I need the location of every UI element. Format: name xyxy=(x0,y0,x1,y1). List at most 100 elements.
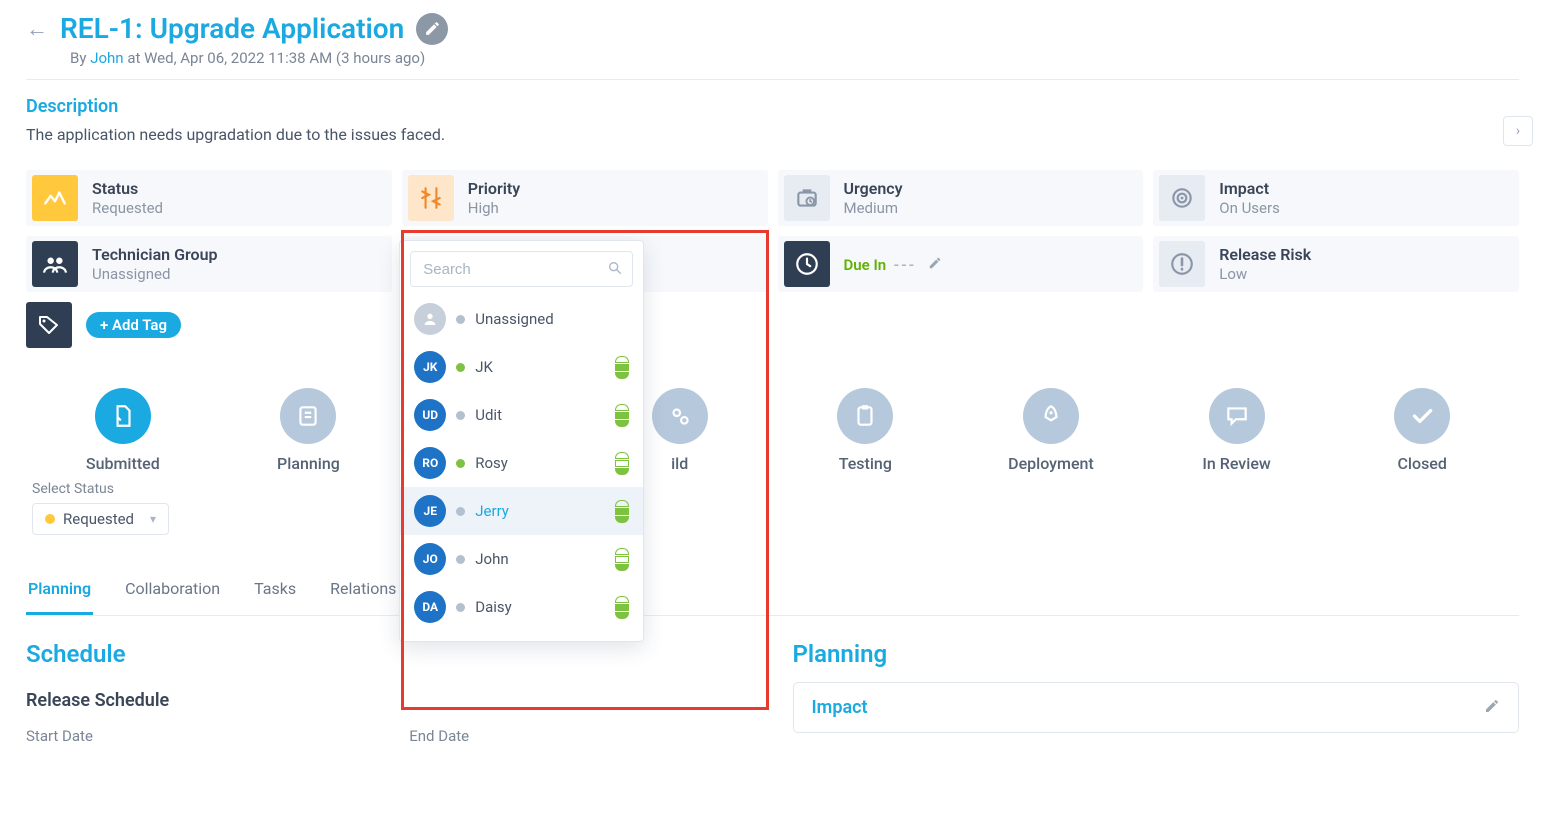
presence-dot-icon xyxy=(456,555,465,564)
byline: By John at Wed, Apr 06, 2022 11:38 AM (3… xyxy=(70,49,1519,67)
urgency-icon xyxy=(784,175,830,221)
presence-dot-icon xyxy=(456,507,465,516)
assignee-dropdown: Unassigned JK JK UD Udit RO Rosy JE Jerry JO John D… xyxy=(399,240,644,642)
assignee-name: Udit xyxy=(475,406,605,424)
assignee-name: Daisy xyxy=(475,598,605,616)
capacity-icon xyxy=(615,451,629,475)
assignee-option[interactable]: JO John xyxy=(400,535,643,583)
assignee-search-input[interactable] xyxy=(410,251,633,287)
stage-icon xyxy=(280,388,336,444)
stage-item[interactable]: Closed xyxy=(1329,388,1515,473)
stage-item[interactable]: Submitted xyxy=(30,388,216,473)
edit-title-button[interactable] xyxy=(416,13,448,45)
presence-dot-icon xyxy=(456,315,465,324)
assignee-name: John xyxy=(475,550,605,568)
end-date-label: End Date xyxy=(409,727,752,745)
tab-planning[interactable]: Planning xyxy=(26,579,93,615)
property-grid: Status Requested Priority High Urgency M… xyxy=(26,170,1519,292)
user-avatar: DA xyxy=(414,591,446,623)
description-text: The application needs upgradation due to… xyxy=(26,125,1519,144)
stage-icon xyxy=(1394,388,1450,444)
capacity-icon xyxy=(615,403,629,427)
user-avatar: JK xyxy=(414,351,446,383)
add-tag-button[interactable]: + Add Tag xyxy=(86,312,181,338)
release-schedule-heading: Release Schedule xyxy=(26,690,753,711)
group-icon xyxy=(32,241,78,287)
stage-label: ild xyxy=(671,454,688,473)
stage-label: In Review xyxy=(1202,454,1270,473)
assignee-option[interactable]: UD Udit xyxy=(400,391,643,439)
author-link[interactable]: John xyxy=(90,49,123,67)
assignee-name: Jerry xyxy=(475,502,605,520)
due-in-card[interactable]: Due In --- xyxy=(778,236,1144,292)
impact-card[interactable]: Impact On Users xyxy=(1153,170,1519,226)
technician-group-card[interactable]: Technician Group Unassigned xyxy=(26,236,392,292)
risk-icon xyxy=(1159,241,1205,287)
status-icon xyxy=(32,175,78,221)
search-icon xyxy=(607,260,623,280)
assignee-name: Unassigned xyxy=(475,310,629,328)
priority-card[interactable]: Priority High xyxy=(402,170,768,226)
stage-label: Testing xyxy=(839,454,892,473)
presence-dot-icon xyxy=(456,411,465,420)
presence-dot-icon xyxy=(456,363,465,372)
release-risk-card[interactable]: Release Risk Low xyxy=(1153,236,1519,292)
impact-card[interactable]: Impact xyxy=(793,682,1520,733)
stage-item[interactable]: Testing xyxy=(773,388,959,473)
stage-label: Submitted xyxy=(86,454,160,473)
priority-icon xyxy=(408,175,454,221)
assignee-name: JK xyxy=(475,358,605,376)
presence-dot-icon xyxy=(456,603,465,612)
capacity-icon xyxy=(615,595,629,619)
stage-icon xyxy=(1209,388,1265,444)
assignee-option[interactable]: Unassigned xyxy=(400,295,643,343)
expand-right-button[interactable]: › xyxy=(1503,116,1533,146)
tab-tasks[interactable]: Tasks xyxy=(252,579,298,615)
impact-icon xyxy=(1159,175,1205,221)
stage-icon xyxy=(837,388,893,444)
capacity-icon xyxy=(615,355,629,379)
stage-item[interactable]: Planning xyxy=(216,388,402,473)
tag-icon xyxy=(26,302,72,348)
stage-icon xyxy=(95,388,151,444)
stage-item[interactable]: In Review xyxy=(1144,388,1330,473)
stage-row: Submitted Planning ild Testing Deployment In … xyxy=(26,388,1519,473)
status-dot-icon xyxy=(45,514,55,524)
chevron-down-icon: ▾ xyxy=(150,512,156,526)
back-arrow-icon[interactable]: ← xyxy=(26,16,48,42)
planning-heading: Planning xyxy=(793,640,1520,668)
status-card[interactable]: Status Requested xyxy=(26,170,392,226)
clock-icon xyxy=(784,241,830,287)
capacity-icon xyxy=(615,499,629,523)
tab-collaboration[interactable]: Collaboration xyxy=(123,579,222,615)
edit-impact-icon[interactable] xyxy=(1484,698,1500,718)
stage-label: Planning xyxy=(277,454,340,473)
assignee-name: Rosy xyxy=(475,454,605,472)
urgency-card[interactable]: Urgency Medium xyxy=(778,170,1144,226)
tabs: PlanningCollaborationTasksRelationsNotif… xyxy=(26,579,1519,616)
schedule-heading: Schedule xyxy=(26,640,753,668)
due-in-edit-icon[interactable] xyxy=(928,256,942,274)
capacity-icon xyxy=(615,547,629,571)
assignee-option[interactable]: JK JK xyxy=(400,343,643,391)
stage-label: Closed xyxy=(1397,454,1446,473)
select-status-dropdown[interactable]: Requested ▾ xyxy=(32,503,169,535)
select-status-label: Select Status xyxy=(32,481,1519,497)
stage-label: Deployment xyxy=(1008,454,1094,473)
stage-item[interactable]: Deployment xyxy=(958,388,1144,473)
page-title: REL-1: Upgrade Application xyxy=(60,12,404,45)
presence-dot-icon xyxy=(456,459,465,468)
description-heading: Description xyxy=(26,96,1519,117)
stage-icon xyxy=(652,388,708,444)
assignee-option[interactable]: RO Rosy xyxy=(400,439,643,487)
stage-icon xyxy=(1023,388,1079,444)
user-avatar xyxy=(414,303,446,335)
user-avatar: JO xyxy=(414,543,446,575)
user-avatar: RO xyxy=(414,447,446,479)
start-date-label: Start Date xyxy=(26,727,369,745)
assignee-option[interactable]: JE Jerry xyxy=(400,487,643,535)
assignee-option[interactable]: DA Daisy xyxy=(400,583,643,631)
user-avatar: UD xyxy=(414,399,446,431)
user-avatar: JE xyxy=(414,495,446,527)
tab-relations[interactable]: Relations xyxy=(328,579,398,615)
